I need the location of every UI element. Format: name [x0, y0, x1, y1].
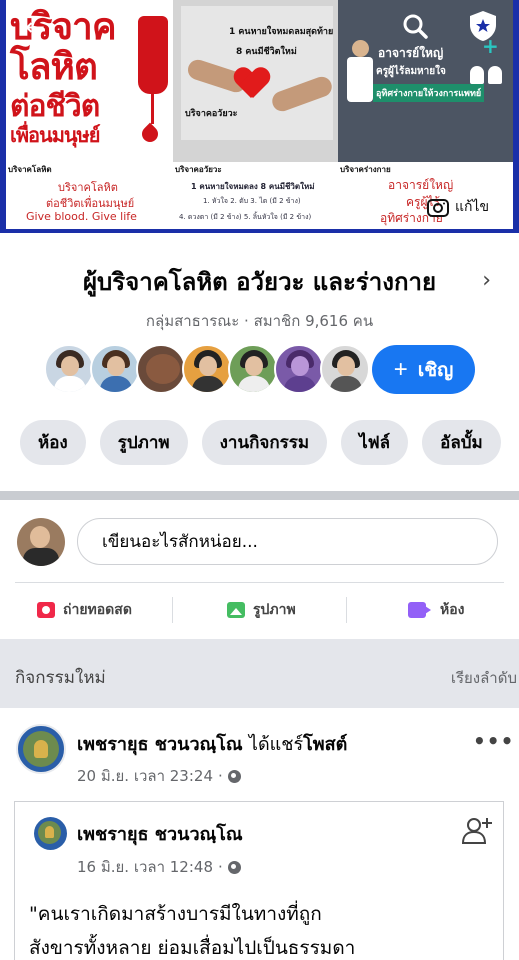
- tab-files[interactable]: ไฟล์: [341, 420, 409, 465]
- shared-time-text[interactable]: 16 มิ.ย. เวลา 12:48: [77, 855, 213, 879]
- shared-author-name[interactable]: เพชรายุธ ชวนวณฺโณ: [77, 819, 243, 848]
- sort-button[interactable]: เรียงลำดับ: [451, 666, 517, 690]
- avatar[interactable]: [182, 344, 232, 394]
- action-separator: [172, 597, 173, 623]
- caption-line: 1. หัวใจ 2. ตับ 3. ไต (มี 2 ข้าง): [203, 197, 301, 205]
- student-icon: [470, 66, 484, 84]
- live-video-icon: [37, 602, 55, 618]
- avatar[interactable]: [228, 344, 278, 394]
- caption-label: บริจาคร่างกาย: [340, 165, 391, 174]
- receiving-hand-icon: [269, 74, 335, 114]
- activity-header: กิจกรรมใหม่ เรียงลำดับ: [0, 639, 519, 708]
- organ-card: 1 คนหายใจหมดลมสุดท้าย 8 คนมีชีวิตใหม่ บร…: [181, 6, 335, 140]
- heart-icon: [234, 68, 268, 98]
- shared-timestamp: 16 มิ.ย. เวลา 12:48 ·: [77, 855, 241, 879]
- composer-input[interactable]: เขียนอะไรสักหน่อย...: [77, 518, 498, 565]
- room-button[interactable]: ห้อง: [408, 590, 464, 630]
- cover-collage: บริจาค โลหิต ต่อชีวิต เพื่อนมนุษย์ 1 คนห…: [6, 0, 513, 229]
- chevron-right-icon[interactable]: ›: [482, 268, 491, 293]
- post-object-link[interactable]: โพสต์: [303, 734, 347, 755]
- shared-post-card[interactable]: เพชรายุธ ชวนวณฺโณ 16 มิ.ย. เวลา 12:48 · …: [14, 801, 504, 960]
- caption-label: บริจาคโลหิต: [8, 165, 52, 174]
- shared-author-avatar[interactable]: [34, 817, 67, 850]
- action-separator: [346, 597, 347, 623]
- back-arrow-icon[interactable]: ←: [20, 12, 50, 42]
- globe-icon: [227, 860, 241, 874]
- more-options-icon[interactable]: •••: [473, 729, 514, 753]
- cover-caption-organ: บริจาคอวัยวะ 1 คนหายใจหมดลง 8 คนมีชีวิตใ…: [173, 162, 338, 229]
- post-text-line: "คนเราเกิดมาสร้างบารมีในทางที่ถูก: [29, 903, 322, 925]
- admin-shield-icon[interactable]: [466, 9, 500, 43]
- tab-events[interactable]: งานกิจกรรม: [201, 420, 328, 465]
- post-time-text[interactable]: 20 มิ.ย. เวลา 23:24: [77, 764, 213, 788]
- caption-line: 4. ดวงตา (มี 2 ข้าง) 5. ลิ้นหัวใจ (มี 2 …: [179, 213, 312, 221]
- search-icon[interactable]: [399, 10, 431, 42]
- blood-drop-icon: [138, 122, 162, 146]
- body-line1: อาจารย์ใหญ่: [378, 46, 444, 60]
- photo-button[interactable]: รูปภาพ: [227, 590, 296, 630]
- cover-blood-line2: โลหิต: [10, 45, 98, 88]
- room-video-icon: [408, 602, 431, 618]
- avatar[interactable]: [90, 344, 140, 394]
- caption-line: Give blood. Give life: [26, 210, 137, 223]
- composer-actions: ถ่ายทอดสด รูปภาพ ห้อง: [0, 590, 519, 630]
- add-friend-icon[interactable]: [461, 814, 493, 846]
- avatar[interactable]: [320, 344, 370, 394]
- live-video-label: ถ่ายทอดสด: [63, 602, 132, 618]
- invite-button[interactable]: + เชิญ: [372, 345, 475, 394]
- live-video-button[interactable]: ถ่ายทอดสด: [37, 590, 132, 630]
- organ-line1: 1 คนหายใจหมดลมสุดท้าย: [229, 27, 334, 37]
- avatar[interactable]: [274, 344, 324, 394]
- photo-label: รูปภาพ: [253, 602, 296, 618]
- composer-divider: [15, 582, 504, 583]
- blood-bag-icon: [138, 16, 168, 124]
- post-action: ได้แชร์: [248, 734, 304, 755]
- section-divider: [0, 491, 519, 500]
- body-line3: อุทิศร่างกายให้วงการแพทย์: [373, 84, 485, 102]
- shared-post-text: "คนเราเกิดมาสร้างบารมีในทางที่ถูก สังขาร…: [29, 897, 499, 960]
- avatar[interactable]: [44, 344, 94, 394]
- tab-albums[interactable]: อัลบั้ม: [422, 420, 501, 465]
- globe-icon: [227, 769, 241, 783]
- group-title[interactable]: ผู้บริจาคโลหิต อวัยวะ และร่างกาย: [83, 262, 436, 301]
- photo-icon: [227, 602, 245, 618]
- plus-icon: +: [393, 355, 408, 383]
- post-timestamp: 20 มิ.ย. เวลา 23:24 ·: [77, 764, 241, 788]
- edit-cover-label: แก้ไข: [455, 199, 490, 215]
- cover-panel-organ: 1 คนหายใจหมดลมสุดท้าย 8 คนมีชีวิตใหม่ บร…: [173, 0, 338, 162]
- tab-photos[interactable]: รูปภาพ: [99, 420, 188, 465]
- tab-rooms[interactable]: ห้อง: [20, 420, 86, 465]
- user-avatar[interactable]: [17, 518, 65, 566]
- post-author-name[interactable]: เพชรายุธ ชวนวณฺโณ: [77, 734, 243, 755]
- activity-heading: กิจกรรมใหม่: [15, 668, 106, 688]
- doctor-icon: [345, 40, 375, 110]
- cover-photo[interactable]: บริจาค โลหิต ต่อชีวิต เพื่อนมนุษย์ 1 คนห…: [0, 0, 519, 233]
- caption-label: บริจาคอวัยวะ: [175, 165, 222, 174]
- post-text-line: สังขารทั้งหลาย ย่อมเสื่อมไปเป็นธรรมดา: [29, 937, 356, 959]
- post-header: เพชรายุธ ชวนวณฺโณ ได้แชร์โพสต์: [77, 729, 347, 758]
- group-tabs: ห้อง รูปภาพ งานกิจกรรม ไฟล์ อัลบั้ม: [20, 420, 501, 465]
- student-icon: [488, 66, 502, 84]
- cover-caption-blood: บริจาคโลหิต บริจาคโลหิต ต่อชีวิตเพื่อนมน…: [6, 162, 173, 229]
- cover-blood-line3: ต่อชีวิต: [10, 89, 100, 124]
- avatar[interactable]: [136, 344, 186, 394]
- post-author-avatar[interactable]: [16, 724, 66, 774]
- room-label: ห้อง: [440, 602, 465, 618]
- invite-label: เชิญ: [417, 359, 454, 381]
- edit-cover-button[interactable]: แก้ไข: [427, 196, 489, 218]
- body-line2: ครูผู้ไร้ลมหายใจ: [376, 66, 446, 77]
- organ-line2: 8 คนมีชีวิตใหม่: [236, 47, 297, 57]
- caption-line: 1 คนหายใจหมดลง 8 คนมีชีวิตใหม่: [191, 182, 315, 191]
- group-meta: กลุ่มสาธารณะ · สมาชิก 9,616 คน: [145, 312, 374, 330]
- cover-blood-line4: เพื่อนมนุษย์: [10, 123, 100, 147]
- organ-line3: บริจาคอวัยวะ: [185, 109, 238, 119]
- camera-icon: [427, 199, 449, 217]
- group-title-row[interactable]: ผู้บริจาคโลหิต อวัยวะ และร่างกาย ›: [0, 262, 519, 301]
